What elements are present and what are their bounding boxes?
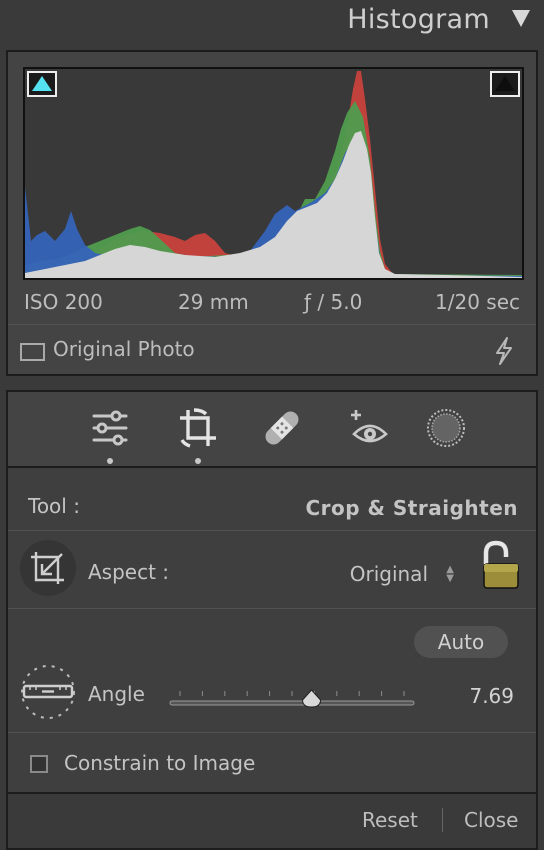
up-down-arrows-icon[interactable]: ▲ ▼ — [446, 565, 454, 584]
close-button[interactable]: Close — [464, 808, 518, 832]
divider — [8, 608, 536, 609]
slider-thumb[interactable] — [302, 689, 322, 708]
slider-track[interactable] — [169, 700, 415, 706]
constrain-checkbox[interactable] — [30, 755, 48, 773]
histogram-panel: ISO 200 29 mm ƒ / 5.0 1/20 sec Original … — [6, 50, 538, 376]
angle-value-field[interactable]: 7.69 — [469, 684, 514, 708]
radial-mask-icon[interactable] — [424, 406, 468, 450]
bottom-action-bar: Reset Close — [8, 792, 536, 848]
lightning-bolt-icon[interactable] — [494, 337, 514, 365]
histogram-graph[interactable] — [23, 67, 524, 280]
tool-strip — [6, 390, 538, 466]
tool-label: Tool : — [28, 494, 80, 518]
collapse-triangle-icon[interactable] — [512, 10, 530, 27]
button-separator — [442, 808, 443, 832]
aspect-select[interactable]: Original — [350, 562, 428, 586]
exif-focal-length: 29 mm — [178, 290, 249, 314]
divider — [8, 530, 536, 531]
angle-slider-track[interactable] — [166, 688, 418, 708]
crop-active-dot — [195, 458, 201, 464]
aspect-label: Aspect : — [88, 560, 170, 584]
auto-button[interactable]: Auto — [414, 626, 508, 658]
shadow-clip-triangle-icon — [32, 76, 52, 91]
level-tool-icon[interactable] — [20, 664, 76, 720]
crop-rotate-icon[interactable] — [176, 406, 220, 450]
sliders-active-dot — [107, 458, 113, 464]
highlight-clip-triangle-icon — [495, 76, 515, 91]
exif-iso: ISO 200 — [24, 290, 103, 314]
red-eye-icon[interactable] — [348, 406, 392, 450]
histogram-divider — [8, 324, 536, 325]
highlight-clipping-indicator[interactable] — [490, 71, 520, 97]
panel-title: Histogram — [347, 4, 490, 35]
sliders-icon[interactable] — [88, 406, 132, 450]
original-photo-label[interactable]: Original Photo — [53, 337, 195, 361]
divider — [8, 732, 536, 733]
tool-name: Crop & Straighten — [305, 496, 518, 520]
histogram-svg — [25, 71, 522, 278]
unlock-icon[interactable] — [480, 540, 520, 590]
constrain-label[interactable]: Constrain to Image — [64, 751, 255, 775]
angle-slider[interactable] — [166, 688, 418, 708]
bandage-icon[interactable] — [260, 406, 304, 450]
histogram-panel-header[interactable]: Histogram — [0, 0, 544, 48]
shadow-clipping-indicator[interactable] — [27, 71, 57, 97]
exif-shutter: 1/20 sec — [435, 290, 520, 314]
angle-label: Angle — [88, 682, 145, 706]
aspect-tool-icon[interactable] — [20, 540, 76, 596]
original-photo-checkbox[interactable] — [20, 343, 45, 361]
histogram-luminance — [25, 131, 522, 278]
crop-panel: Tool : Crop & Straighten Aspect : Origin… — [6, 466, 538, 850]
exif-aperture: ƒ / 5.0 — [304, 290, 363, 314]
reset-button[interactable]: Reset — [362, 808, 418, 832]
